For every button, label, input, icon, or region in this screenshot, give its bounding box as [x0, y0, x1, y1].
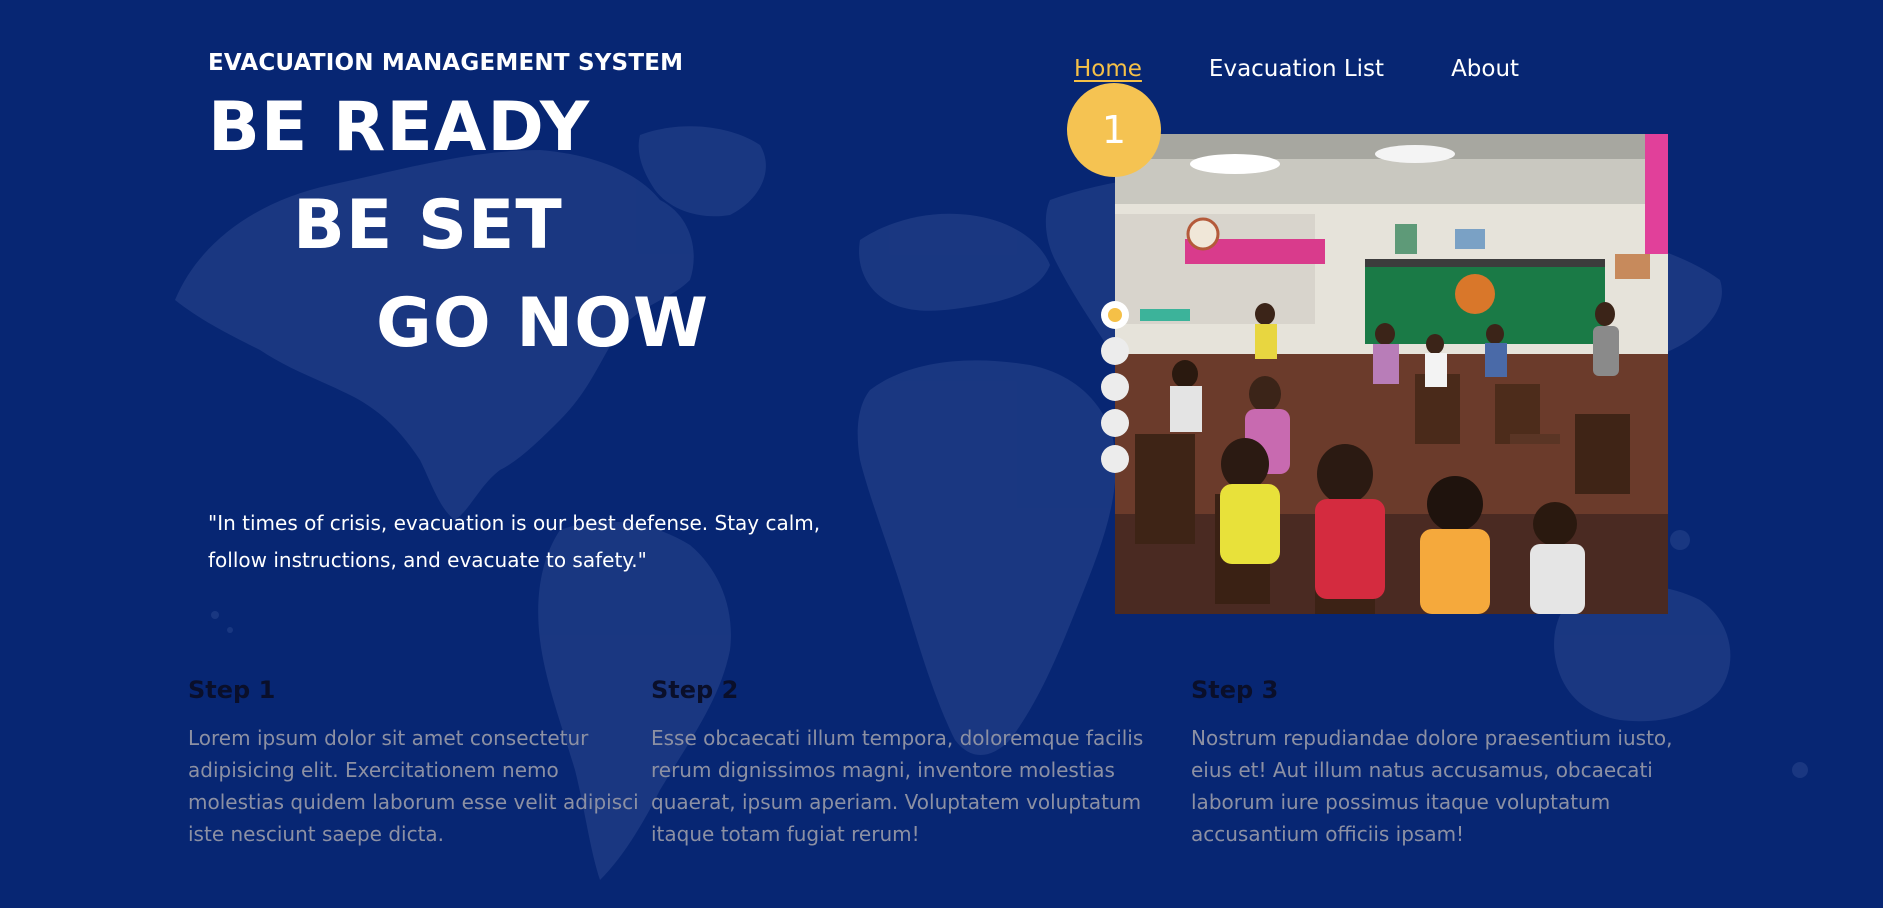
step-title: Step 1	[188, 676, 276, 704]
slider-dot-2[interactable]	[1101, 337, 1129, 365]
slider-dots	[1101, 301, 1129, 481]
slogan-line-be-set: BE SET	[293, 186, 563, 265]
step-title: Step 2	[651, 676, 739, 704]
slider-dot-1[interactable]	[1101, 301, 1129, 329]
step-card-2: Step 2 Esse obcaecati illum tempora, dol…	[651, 676, 1161, 850]
slider-dot-5[interactable]	[1101, 445, 1129, 473]
nav-link-about[interactable]: About	[1451, 56, 1519, 82]
step-title: Step 3	[1191, 676, 1279, 704]
step-description: Esse obcaecati illum tempora, doloremque…	[651, 726, 1144, 846]
step-card-3: Step 3 Nostrum repudiandae dolore praese…	[1191, 676, 1701, 850]
step-description: Lorem ipsum dolor sit amet consectetur a…	[188, 726, 639, 846]
nav-link-evacuation-list[interactable]: Evacuation List	[1209, 56, 1384, 82]
hero-quote: "In times of crisis, evacuation is our b…	[208, 511, 821, 572]
slider-dot-4[interactable]	[1101, 409, 1129, 437]
slider-photo-evacuation-center	[1115, 134, 1668, 614]
slider-dot-3[interactable]	[1101, 373, 1129, 401]
step-card-1: Step 1 Lorem ipsum dolor sit amet consec…	[188, 676, 648, 850]
slide-number-badge: 1	[1067, 83, 1161, 177]
app-title: EVACUATION MANAGEMENT SYSTEM	[208, 50, 684, 76]
main-nav: Home Evacuation List About	[1074, 56, 1586, 82]
slogan-line-go-now: GO NOW	[376, 284, 710, 363]
slogan-line-be-ready: BE READY	[208, 88, 591, 167]
step-description: Nostrum repudiandae dolore praesentium i…	[1191, 726, 1673, 846]
nav-link-home[interactable]: Home	[1074, 56, 1142, 82]
